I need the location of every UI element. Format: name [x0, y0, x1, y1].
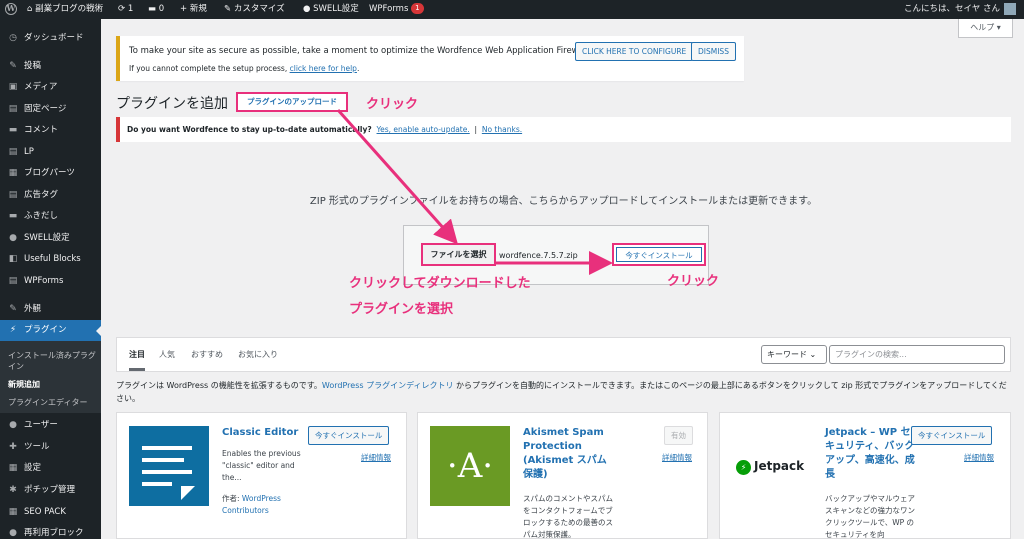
plugin-description: Enables the previous "classic" editor an…	[222, 449, 301, 482]
plugin-card-classic-editor: Classic Editor 今すぐインストール 詳細情報 Enables th…	[116, 412, 407, 539]
plugin-author: 作者: WordPress Contributors	[222, 493, 314, 517]
akismet-thumbnail[interactable]: ·A·	[430, 426, 510, 506]
desc-text-1: プラグインは WordPress の機能性を拡張するものです。	[116, 381, 322, 390]
document-icon	[142, 446, 195, 500]
arrow-upload-to-file	[336, 109, 458, 245]
active-button: 有効	[664, 426, 693, 445]
more-details-link[interactable]: 詳細情報	[361, 452, 391, 463]
plugin-name-link[interactable]: Jetpack – WP セキュリティ、バックアップ、高速化、成長	[825, 426, 917, 482]
install-now-button[interactable]: 今すぐインストール	[911, 426, 993, 445]
search-type-select[interactable]: キーワード ⌄	[761, 345, 827, 364]
search-type-value: キーワード	[767, 350, 807, 359]
plugin-directory-link[interactable]: WordPress プラグインディレクトリ	[322, 381, 454, 390]
install-now-button[interactable]: 今すぐインストール	[308, 426, 390, 445]
plugin-name-link[interactable]: Classic Editor	[222, 426, 314, 440]
plugin-filter-bar: 注目 人気 おすすめ お気に入り キーワード ⌄ プラグインの検索...	[116, 337, 1011, 372]
plugin-description: スパムのコメントやスパムをコンタクトフォームでブロックするための最善のスパム対策…	[523, 494, 613, 539]
chevron-down-icon: ⌄	[809, 350, 817, 359]
plugin-card-akismet: ·A· Akismet Spam Protection (Akismet スパム…	[417, 412, 708, 539]
tab-recommended[interactable]: おすすめ	[191, 349, 223, 360]
author-prefix: 作者:	[222, 494, 242, 503]
more-details-link[interactable]: 詳細情報	[964, 452, 994, 463]
plugins-description: プラグインは WordPress の機能性を拡張するものです。WordPress…	[116, 379, 1011, 405]
bolt-icon: ⚡	[736, 460, 751, 475]
more-details-link[interactable]: 詳細情報	[662, 452, 692, 463]
tab-featured[interactable]: 注目	[129, 349, 145, 371]
jetpack-thumbnail[interactable]: ⚡ Jetpack	[732, 426, 812, 506]
plugin-card-jetpack: ⚡ Jetpack Jetpack – WP セキュリティ、バックアップ、高速化…	[719, 412, 1011, 539]
plugin-name-link[interactable]: Akismet Spam Protection (Akismet スパム保護)	[523, 426, 615, 482]
jetpack-wordmark: Jetpack	[754, 459, 805, 473]
tab-popular[interactable]: 人気	[159, 349, 175, 360]
plugin-search-input[interactable]: プラグインの検索...	[829, 345, 1005, 364]
tab-favorites[interactable]: お気に入り	[238, 349, 278, 360]
classic-editor-thumbnail[interactable]	[129, 426, 209, 506]
plugin-description: バックアップやマルウェアスキャンなどの強力なワンクリックツールで、WP のセキュ…	[825, 494, 915, 539]
